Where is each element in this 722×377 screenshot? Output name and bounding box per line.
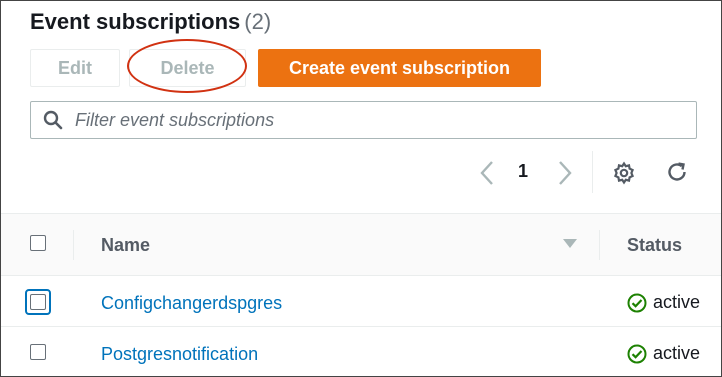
row-checkbox[interactable] (30, 344, 46, 360)
status-text: active (653, 343, 701, 363)
column-divider (73, 230, 74, 260)
column-divider (599, 230, 600, 260)
check-circle-icon (627, 344, 647, 363)
page-title-text: Event subscriptions (30, 9, 241, 34)
search-icon (43, 110, 63, 130)
page-title: Event subscriptions (2) (30, 9, 271, 35)
status-cell: active (627, 343, 700, 364)
status-text: active (653, 292, 701, 312)
subscription-name-link[interactable]: Postgresnotification (101, 344, 258, 365)
pager-divider (592, 151, 593, 193)
create-event-subscription-button[interactable]: Create event subscription (258, 49, 541, 87)
check-circle-icon (627, 293, 647, 312)
subscription-name-link[interactable]: Configchangerdspgres (101, 293, 282, 314)
column-header-status[interactable]: Status (627, 235, 682, 256)
delete-button[interactable]: Delete (129, 49, 246, 87)
status-cell: active (627, 292, 700, 313)
subscription-count: (2) (244, 9, 272, 34)
edit-button[interactable]: Edit (30, 49, 120, 87)
chevron-left-icon[interactable] (479, 159, 495, 187)
search-input[interactable] (73, 108, 677, 132)
current-page-number[interactable]: 1 (518, 161, 528, 182)
refresh-icon[interactable] (665, 160, 689, 184)
row-checkbox[interactable] (30, 294, 46, 310)
chevron-right-icon[interactable] (557, 159, 573, 187)
search-box[interactable] (30, 101, 697, 139)
sort-caret-icon[interactable] (563, 239, 577, 248)
gear-icon[interactable] (612, 161, 636, 185)
window-frame: Event subscriptions (2) Edit Delete Creat… (0, 0, 722, 377)
column-header-name[interactable]: Name (101, 235, 150, 256)
select-all-checkbox[interactable] (30, 235, 46, 251)
